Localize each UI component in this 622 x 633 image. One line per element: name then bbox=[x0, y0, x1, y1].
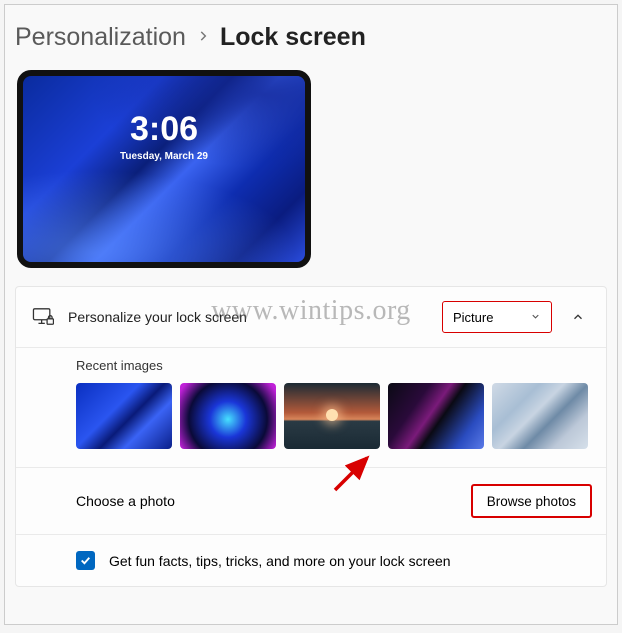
choose-photo-row: Choose a photo Browse photos bbox=[16, 468, 606, 535]
preview-date: Tuesday, March 29 bbox=[23, 151, 305, 162]
lock-screen-preview: 3:06 Tuesday, March 29 bbox=[17, 70, 311, 268]
fun-facts-label: Get fun facts, tips, tricks, and more on… bbox=[109, 553, 451, 569]
breadcrumb: Personalization Lock screen bbox=[5, 5, 617, 66]
preview-time: 3:06 bbox=[23, 110, 305, 149]
fun-facts-checkbox[interactable] bbox=[76, 551, 95, 570]
recent-image-thumb[interactable] bbox=[388, 383, 484, 449]
personalize-dropdown[interactable]: Picture bbox=[442, 301, 552, 333]
recent-image-thumb[interactable] bbox=[76, 383, 172, 449]
breadcrumb-current: Lock screen bbox=[220, 23, 366, 52]
personalize-label: Personalize your lock screen bbox=[68, 309, 442, 325]
collapse-button[interactable] bbox=[564, 303, 592, 331]
chevron-down-icon bbox=[530, 310, 541, 325]
browse-photos-button[interactable]: Browse photos bbox=[471, 484, 592, 518]
choose-photo-label: Choose a photo bbox=[76, 493, 471, 509]
monitor-lock-icon bbox=[30, 307, 56, 327]
recent-image-thumb[interactable] bbox=[284, 383, 380, 449]
recent-image-thumb[interactable] bbox=[180, 383, 276, 449]
dropdown-value: Picture bbox=[453, 310, 493, 325]
recent-images-section: Recent images bbox=[16, 348, 606, 468]
fun-facts-row[interactable]: Get fun facts, tips, tricks, and more on… bbox=[16, 535, 606, 586]
lock-screen-panel: Personalize your lock screen Picture Rec… bbox=[15, 286, 607, 587]
recent-image-thumb[interactable] bbox=[492, 383, 588, 449]
recent-images-title: Recent images bbox=[76, 358, 592, 373]
breadcrumb-parent[interactable]: Personalization bbox=[15, 23, 186, 52]
personalize-row[interactable]: Personalize your lock screen Picture bbox=[16, 287, 606, 348]
chevron-right-icon bbox=[196, 27, 210, 48]
